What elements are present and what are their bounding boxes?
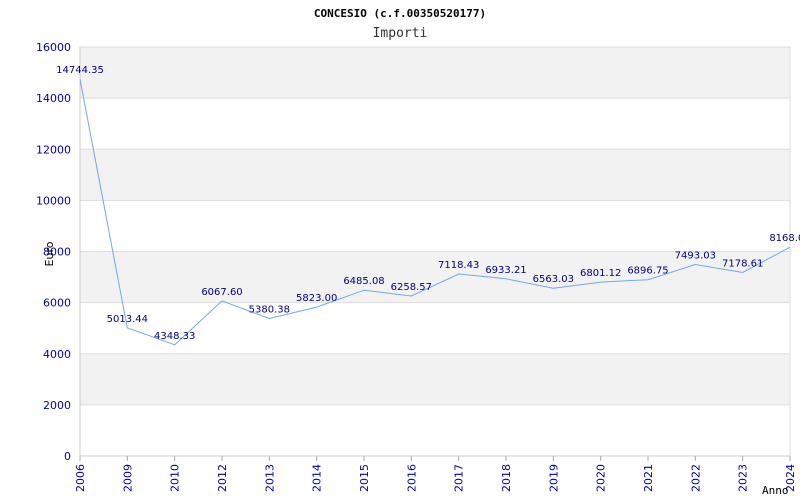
- y-axis-label: Euro: [43, 241, 56, 266]
- x-axis-label: Anno: [762, 484, 789, 497]
- data-label: 4348.33: [154, 331, 195, 342]
- data-label: 6896.75: [627, 266, 668, 277]
- y-tick-label: 16000: [36, 41, 71, 54]
- grid-band: [80, 149, 790, 201]
- x-tick-label: 2017: [453, 464, 466, 492]
- x-tick-label: 2020: [595, 464, 608, 492]
- x-tick-label: 2009: [121, 464, 134, 492]
- data-label: 6563.03: [533, 274, 574, 285]
- data-label: 7178.61: [722, 258, 763, 269]
- x-tick-label: 2010: [169, 464, 182, 492]
- chart-subtitle: Importi: [373, 26, 428, 41]
- x-tick-label: 2022: [689, 464, 702, 492]
- data-label: 6067.60: [201, 287, 242, 298]
- x-tick-label: 2023: [737, 464, 750, 492]
- y-tick-label: 10000: [36, 194, 71, 207]
- y-tick-label: 14000: [36, 92, 71, 105]
- grid-band: [80, 200, 790, 252]
- chart-title: CONCESIO (c.f.00350520177): [314, 7, 486, 20]
- grid-band: [80, 302, 790, 354]
- x-tick-label: 2018: [500, 464, 513, 492]
- x-tick-label: 2021: [642, 464, 655, 492]
- x-tick-label: 2014: [311, 464, 324, 492]
- data-label: 14744.35: [56, 65, 104, 76]
- x-tick-label: 2015: [358, 464, 371, 492]
- x-tick-label: 2013: [263, 464, 276, 492]
- line-chart: CONCESIO (c.f.00350520177) Importi 0 2000…: [36, 7, 800, 497]
- y-tick-label: 4000: [43, 348, 71, 361]
- x-axis-ticks: 2006 2009 2010 2012 2013 2014 2015 2016 2017 2018…: [74, 456, 797, 492]
- data-label: 6258.57: [391, 282, 432, 293]
- y-tick-label: 2000: [43, 399, 71, 412]
- data-label: 8168.00: [769, 233, 800, 244]
- grid-band: [80, 353, 790, 405]
- data-label: 6485.08: [343, 276, 384, 287]
- data-label: 5380.38: [249, 304, 290, 315]
- data-label: 7493.03: [675, 250, 716, 261]
- x-tick-label: 2019: [547, 464, 560, 492]
- data-label: 6801.12: [580, 268, 621, 279]
- x-tick-label: 2006: [74, 464, 87, 492]
- grid-band: [80, 47, 790, 99]
- data-label: 6933.21: [485, 265, 526, 276]
- grid-band: [80, 404, 790, 456]
- y-tick-label: 12000: [36, 143, 71, 156]
- grid-band: [80, 98, 790, 150]
- y-tick-label: 6000: [43, 297, 71, 310]
- y-tick-label: 0: [64, 450, 71, 463]
- data-label: 5013.44: [107, 314, 148, 325]
- x-tick-label: 2012: [216, 464, 229, 492]
- data-label: 5823.00: [296, 293, 337, 304]
- x-tick-label: 2016: [405, 464, 418, 492]
- data-label: 7118.43: [438, 260, 479, 271]
